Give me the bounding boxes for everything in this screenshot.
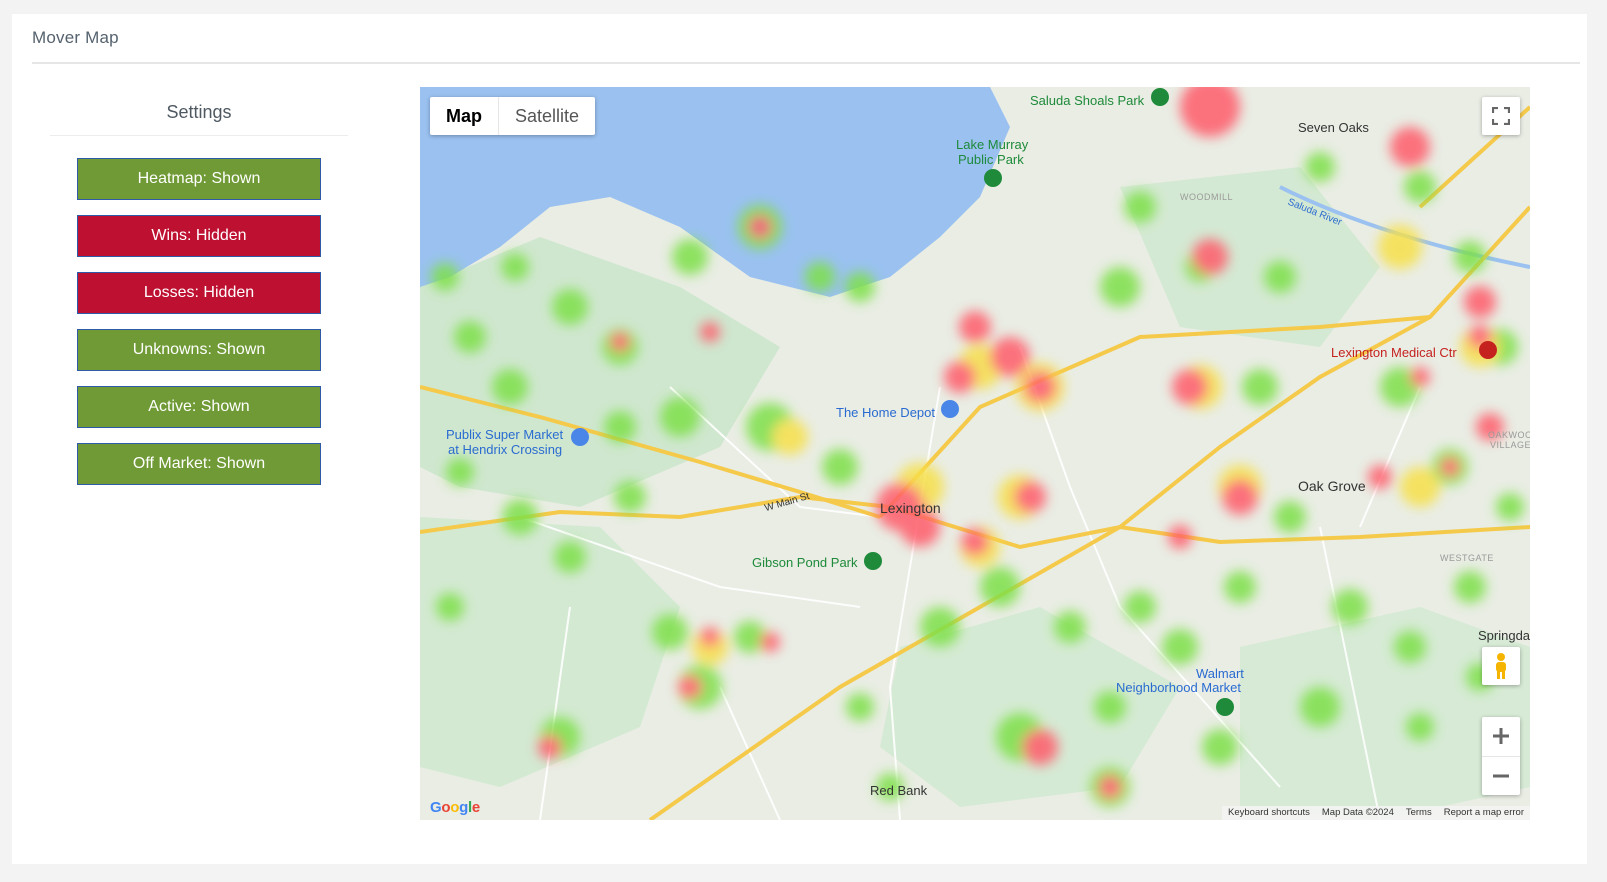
- toggle-list: Heatmap: Shown Wins: Hidden Losses: Hidd…: [50, 158, 348, 500]
- label-westgate: WESTGATE: [1440, 553, 1494, 563]
- map-attribution: Keyboard shortcuts Map Data ©2024 Terms …: [1222, 806, 1530, 820]
- label-seven-oaks: Seven Oaks: [1298, 120, 1369, 135]
- active-toggle-button[interactable]: Active: Shown: [77, 386, 321, 428]
- label-lexington-medical-ctr: Lexington Medical Ctr: [1331, 345, 1457, 360]
- zoom-out-button[interactable]: [1482, 757, 1520, 796]
- map-type-satellite-button[interactable]: Satellite: [499, 97, 595, 135]
- heatmap-toggle-button[interactable]: Heatmap: Shown: [77, 158, 321, 200]
- losses-toggle-button[interactable]: Losses: Hidden: [77, 272, 321, 314]
- title-divider: [32, 62, 1580, 64]
- keyboard-shortcuts-link[interactable]: Keyboard shortcuts: [1222, 806, 1316, 820]
- label-saluda-shoals-park: Saluda Shoals Park: [1030, 93, 1145, 108]
- page-title: Mover Map: [32, 28, 119, 47]
- label-village: VILLAGE: [1490, 440, 1530, 450]
- base-map: [420, 87, 1530, 820]
- report-error-link[interactable]: Report a map error: [1438, 806, 1530, 820]
- label-public-park: Public Park: [958, 152, 1024, 167]
- label-publix: Publix Super Market: [446, 427, 564, 442]
- label-home-depot: The Home Depot: [836, 405, 935, 420]
- unknowns-toggle-button[interactable]: Unknowns: Shown: [77, 329, 321, 371]
- label-hendrix-crossing: at Hendrix Crossing: [448, 442, 563, 457]
- off-market-toggle-button[interactable]: Off Market: Shown: [77, 443, 321, 485]
- minus-icon: [1493, 774, 1509, 778]
- label-springdale: Springda: [1478, 628, 1530, 643]
- label-neighborhood-market: Neighborhood Market: [1116, 680, 1242, 695]
- label-oak-grove: Oak Grove: [1298, 478, 1366, 494]
- label-lexington: Lexington: [880, 500, 941, 516]
- zoom-in-button[interactable]: [1482, 717, 1520, 757]
- label-lake-murray: Lake Murray: [956, 137, 1029, 152]
- google-logo[interactable]: Google: [430, 799, 480, 816]
- map-data-text: Map Data ©2024: [1321, 807, 1394, 818]
- plus-icon: [1493, 728, 1509, 745]
- label-red-bank: Red Bank: [870, 783, 928, 798]
- settings-panel: Settings Heatmap: Shown Wins: Hidden Los…: [50, 86, 348, 500]
- fullscreen-icon: [1492, 107, 1510, 125]
- fullscreen-button[interactable]: [1482, 97, 1520, 135]
- pegman-icon: [1496, 653, 1506, 679]
- map-type-map-button[interactable]: Map: [430, 97, 499, 135]
- label-gibson-pond-park: Gibson Pond Park: [752, 555, 858, 570]
- label-oakwood: OAKWOOD: [1488, 430, 1530, 440]
- map-view[interactable]: Saluda Shoals Park Lake Murray Public Pa…: [420, 87, 1530, 820]
- settings-title: Settings: [50, 86, 348, 136]
- label-walmart: Walmart: [1196, 666, 1244, 681]
- map-type-control: Map Satellite: [430, 97, 596, 135]
- zoom-control: [1482, 717, 1520, 795]
- terms-link[interactable]: Terms: [1400, 806, 1438, 820]
- wins-toggle-button[interactable]: Wins: Hidden: [77, 215, 321, 257]
- mover-map-card: Mover Map Settings Heatmap: Shown Wins: …: [12, 14, 1587, 864]
- street-view-button[interactable]: [1482, 647, 1520, 685]
- label-woodmill: WOODMILL: [1180, 192, 1234, 202]
